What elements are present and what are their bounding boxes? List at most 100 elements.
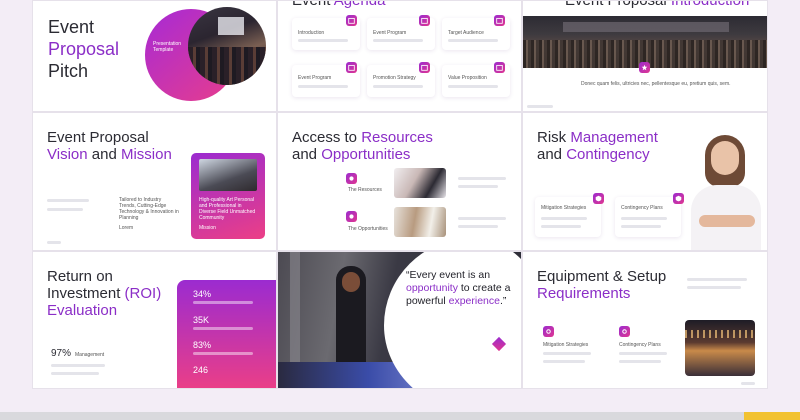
slide-resources-opportunities[interactable]: Access to Resources and Opportunities Th… xyxy=(277,112,522,251)
agenda-item: Introduction xyxy=(298,30,325,36)
text-line xyxy=(47,199,89,202)
title-plain: Access to xyxy=(292,129,362,146)
resources-label: The Resources xyxy=(348,187,382,193)
big-stat-label: Management xyxy=(75,352,105,358)
gear-icon xyxy=(619,326,630,337)
opportunity-icon xyxy=(346,211,357,222)
equipment-photo xyxy=(685,320,755,376)
slide-event-proposal-pitch[interactable]: Event Proposal Pitch Presentation Templa… xyxy=(32,0,277,112)
text-line xyxy=(687,286,741,289)
calendar-icon xyxy=(419,15,430,26)
text-line xyxy=(543,360,585,363)
stat-value: 83% xyxy=(193,340,212,350)
text-line xyxy=(47,208,83,211)
quote-plain: to create a xyxy=(457,282,511,294)
slide-equipment-setup[interactable]: Equipment & Setup Requirements Mitigatio… xyxy=(522,251,768,389)
vision-text: Tailored to Industry Trends, Cutting-Edg… xyxy=(119,197,179,221)
text-line xyxy=(541,217,587,220)
agenda-line xyxy=(373,85,423,88)
title-plain: Investment xyxy=(47,285,125,302)
mission-label: Mission xyxy=(199,225,216,231)
calendar-icon xyxy=(419,62,430,73)
title-line-1: Event Proposal xyxy=(47,129,149,146)
slide-title: Return on Investment (ROI) Evaluation xyxy=(47,268,161,319)
big-stat: 97% xyxy=(51,348,72,359)
opportunities-label: The Opportunities xyxy=(348,226,388,232)
title-plain: and xyxy=(537,146,567,163)
calendar-icon xyxy=(494,62,505,73)
shield-icon xyxy=(593,193,604,204)
star-icon xyxy=(639,62,650,73)
meeting-photo xyxy=(394,207,446,237)
slide-event-proposal-introduction[interactable]: Event Proposal Introduction Donec quam f… xyxy=(522,0,768,112)
slide-vision-mission[interactable]: Event Proposal Vision and Mission Tailor… xyxy=(32,112,277,251)
footer-line xyxy=(527,105,553,108)
title-accent: Agenda xyxy=(333,0,386,9)
agenda-line xyxy=(448,39,498,42)
text-line xyxy=(619,352,667,355)
slide-title: Event Proposal Pitch xyxy=(48,16,119,82)
title-plain: and xyxy=(292,146,322,163)
bottom-accent xyxy=(744,412,800,420)
contingency-label: Contingency Plans xyxy=(621,205,663,211)
quote-accent: opportunity xyxy=(406,282,458,294)
stats-panel xyxy=(177,280,276,388)
title-accent: Mission xyxy=(120,146,172,163)
slide-title: Event Proposal Vision and Mission xyxy=(47,129,172,163)
text-line xyxy=(541,225,581,228)
title-line-1: Return on xyxy=(47,268,113,285)
text-line xyxy=(51,364,105,367)
circle-photo xyxy=(188,7,266,85)
handshake-photo xyxy=(394,168,446,198)
slide-event-agenda[interactable]: Event Agenda Introduction Event Program … xyxy=(277,0,522,112)
title-line-1: Event xyxy=(48,17,95,37)
gear-icon xyxy=(543,326,554,337)
title-plain: Event xyxy=(292,0,334,9)
shield-icon xyxy=(673,193,684,204)
agenda-line xyxy=(448,85,498,88)
stat-line xyxy=(193,327,253,330)
footer-line xyxy=(47,241,61,244)
slide-quote[interactable]: “Every event is an opportunity to create… xyxy=(277,251,522,389)
title-line-2: Requirements xyxy=(537,285,631,302)
title-accent: (ROI) xyxy=(124,285,162,302)
text-line xyxy=(458,177,506,180)
title-accent: Contingency xyxy=(566,146,650,163)
title-line-2: Proposal xyxy=(48,39,120,59)
calendar-icon xyxy=(346,15,357,26)
text-line xyxy=(458,225,498,228)
footer-line xyxy=(741,382,755,385)
agenda-item: Value Proposition xyxy=(448,75,487,81)
slide-title: Risk Management and Contingency xyxy=(537,129,658,163)
vision-label: Lorem xyxy=(119,225,134,231)
slide-title: Equipment & Setup Requirements xyxy=(537,268,666,302)
title-accent: Resources xyxy=(361,129,433,146)
slide-roi-evaluation[interactable]: Return on Investment (ROI) Evaluation 97… xyxy=(32,251,277,389)
stat-line xyxy=(193,352,253,355)
agenda-line xyxy=(298,85,348,88)
slide-risk-management[interactable]: Risk Management and Contingency Mitigati… xyxy=(522,112,768,251)
text-line xyxy=(543,352,591,355)
agenda-item: Target Audience xyxy=(448,30,484,36)
mitigation-label: Mitigation Strategies xyxy=(543,342,589,348)
slide-grid: Event Proposal Pitch Presentation Templa… xyxy=(32,0,768,389)
stat-value: 246 xyxy=(193,365,209,375)
agenda-line xyxy=(298,39,348,42)
quote-plain: powerful xyxy=(406,295,449,307)
quote-text: “Every event is an opportunity to create… xyxy=(406,269,510,308)
contingency-label: Contingency Plans xyxy=(619,342,661,348)
text-line xyxy=(458,217,506,220)
slide-title: Event Proposal Introduction xyxy=(565,0,750,9)
title-accent: Introduction xyxy=(670,0,750,9)
title-plain: Risk xyxy=(537,129,571,146)
slide-title: Event Agenda xyxy=(292,0,386,9)
quote-accent: experience xyxy=(448,295,500,307)
text-line xyxy=(51,372,99,375)
calendar-icon xyxy=(346,62,357,73)
title-line-1: Equipment & Setup xyxy=(537,268,667,285)
title-accent: Management xyxy=(570,129,658,146)
body-text: Donec quam felis, ultricies nec, pellent… xyxy=(581,81,731,87)
title-accent: Opportunities xyxy=(321,146,411,163)
audience-photo xyxy=(523,16,767,68)
slide-title: Access to Resources and Opportunities xyxy=(292,129,433,163)
